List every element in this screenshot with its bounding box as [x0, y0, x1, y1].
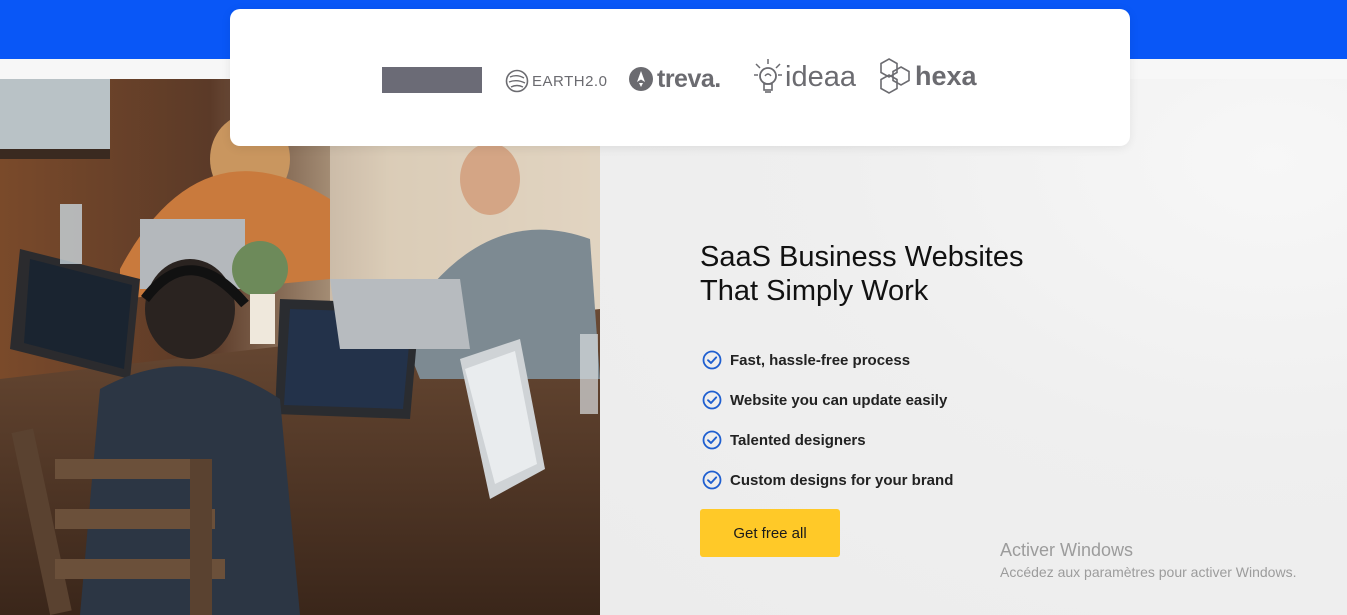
earth-logo-text: EARTH2.0: [532, 72, 608, 90]
feature-item: Fast, hassle-free process: [702, 340, 953, 380]
earth-icon: [505, 69, 529, 93]
team-photo: [0, 79, 600, 615]
feature-list: Fast, hassle-free process Website you ca…: [702, 340, 953, 500]
hero-title-line-1: SaaS Business Websites: [700, 241, 1024, 273]
treva-logo-text: treva.: [657, 64, 721, 93]
hexa-logo: hexa: [877, 57, 977, 95]
feature-label: Fast, hassle-free process: [730, 351, 911, 369]
feature-label: Custom designs for your brand: [730, 471, 954, 489]
hero-title-line-2: That Simply Work: [700, 275, 929, 307]
watermark-subtitle: Accédez aux paramètres pour activer Wind…: [1000, 564, 1297, 580]
watermark-title: Activer Windows: [1000, 540, 1134, 560]
get-free-all-button[interactable]: Get free all: [700, 509, 840, 557]
ideaa-logo: ideaa: [753, 57, 856, 97]
earth-logo: EARTH2.0: [505, 67, 607, 95]
feature-item: Custom designs for your brand: [702, 460, 953, 500]
feature-label: Talented designers: [730, 431, 866, 449]
hero-title: SaaS Business Websites That Simply Work: [700, 240, 1120, 308]
ideaa-logo-text: ideaa: [785, 60, 856, 93]
check-circle-icon: [702, 470, 722, 490]
partner-logo-placeholder: [382, 67, 482, 93]
feature-label: Website you can update easily: [730, 391, 948, 409]
treva-logo: treva.: [628, 63, 721, 95]
feature-item: Talented designers: [702, 420, 953, 460]
partner-logos-card: EARTH2.0 treva. ideaa hexa: [230, 9, 1130, 146]
rocket-icon: [629, 67, 653, 91]
check-circle-icon: [702, 390, 722, 410]
feature-item: Website you can update easily: [702, 380, 953, 420]
check-circle-icon: [702, 350, 722, 370]
windows-activation-watermark: Activer Windows Accédez aux paramètres p…: [1000, 539, 1296, 582]
hexagon-icon: [880, 58, 910, 94]
hexa-logo-text: hexa: [915, 60, 977, 91]
lightbulb-icon: [754, 59, 782, 93]
check-circle-icon: [702, 430, 722, 450]
